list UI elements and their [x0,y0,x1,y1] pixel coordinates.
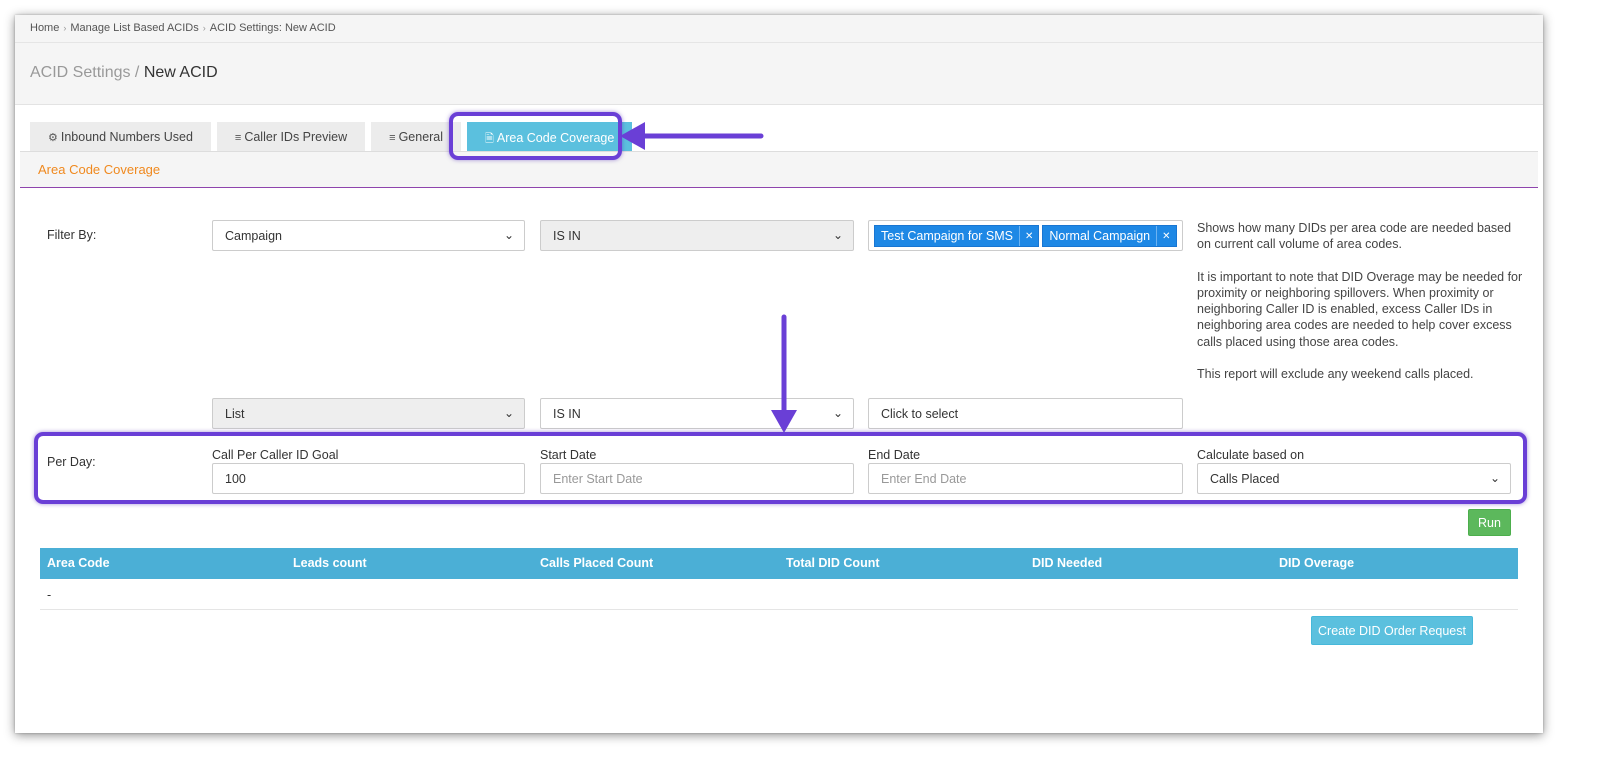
arrow-down-icon [771,314,797,433]
annotation-arrows [620,122,797,433]
arrow-left-icon [620,122,764,150]
